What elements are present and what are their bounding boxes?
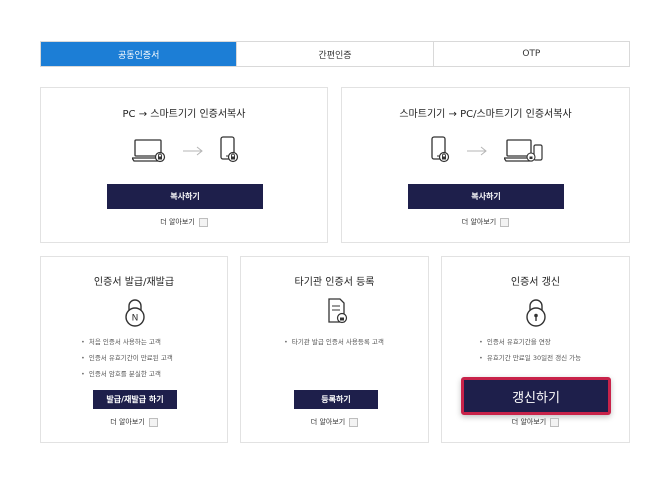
- list-item: 인증서 유효기간을 연장: [479, 334, 581, 350]
- list-item: 처음 인증서 사용하는 고객: [81, 334, 173, 350]
- card-title: 타기관 인증서 등록: [294, 277, 375, 288]
- list-item: 타기관 발급 인증서 사용등록 고객: [284, 334, 384, 350]
- learn-more: 더 알아보기: [41, 417, 227, 427]
- learn-more-label: 더 알아보기: [110, 418, 145, 426]
- phone-icon: [220, 136, 239, 163]
- learn-more: 더 알아보기: [241, 417, 428, 427]
- lock-icon: [526, 299, 546, 327]
- card-title: 인증서 갱신: [510, 277, 561, 288]
- eligibility-list: 타기관 발급 인증서 사용등록 고객: [284, 334, 384, 350]
- learn-more: 더 알아보기: [342, 217, 629, 227]
- learn-more-label: 더 알아보기: [461, 218, 497, 226]
- card-issue-reissue: 인증서 발급/재발급 N 처음 인증서 사용하는 고객 인증서 유효기간이 만료…: [40, 256, 228, 443]
- list-item: 인증서 유효기간이 만료된 고객: [81, 350, 173, 366]
- tab-public-cert[interactable]: 공동인증서: [41, 42, 237, 66]
- tab-otp[interactable]: OTP: [432, 42, 629, 66]
- tab-simple-auth[interactable]: 간편인증: [236, 42, 433, 66]
- list-item: 유효기간 만료일 30일전 갱신 가능: [479, 350, 581, 366]
- learn-more-checkbox[interactable]: [198, 217, 208, 227]
- copy-button[interactable]: 복사하기: [408, 184, 564, 209]
- list-item: 인증서 암호를 분실한 고객: [81, 366, 173, 382]
- learn-more: 더 알아보기: [41, 217, 327, 227]
- eligibility-list: 처음 인증서 사용하는 고객 인증서 유효기간이 만료된 고객 인증서 암호를 …: [81, 334, 173, 382]
- learn-more-label: 더 알아보기: [511, 418, 547, 426]
- arrow-right-icon: [467, 146, 487, 156]
- svg-text:N: N: [132, 314, 139, 324]
- arrow-right-icon: [183, 146, 203, 156]
- cert-tabs: 공동인증서 간편인증 OTP: [40, 41, 630, 67]
- card-title: PC → 스마트기기 인증서복사: [122, 109, 246, 120]
- eligibility-list: 인증서 유효기간을 연장 유효기간 만료일 30일전 갱신 가능: [479, 334, 581, 366]
- learn-more-label: 더 알아보기: [160, 218, 195, 226]
- card-title: 인증서 발급/재발급: [93, 277, 175, 288]
- laptop-icon: [132, 139, 166, 163]
- document-lock-icon: [328, 298, 348, 324]
- card-pc-to-phone-copy: PC → 스마트기기 인증서복사 복사하기 더 알아보기: [40, 87, 328, 243]
- renew-button[interactable]: 갱신하기: [461, 377, 611, 415]
- register-button[interactable]: 등록하기: [294, 390, 378, 409]
- laptop-phone-icon: [504, 139, 543, 162]
- phone-icon: [431, 136, 450, 163]
- card-register-other-cert: 타기관 인증서 등록 타기관 발급 인증서 사용등록 고객 등록하기 더 알아보…: [240, 256, 429, 443]
- card-renew: 인증서 갱신 인증서 유효기간을 연장 유효기간 만료일 30일전 갱신 가능 …: [441, 256, 630, 443]
- learn-more-checkbox[interactable]: [349, 417, 359, 427]
- learn-more-checkbox[interactable]: [148, 417, 158, 427]
- learn-more-checkbox[interactable]: [550, 417, 560, 427]
- learn-more: 더 알아보기: [442, 417, 629, 427]
- issue-reissue-button[interactable]: 발급/재발급 하기: [93, 390, 177, 409]
- learn-more-label: 더 알아보기: [310, 418, 346, 426]
- lock-icon: N: [125, 299, 145, 327]
- card-phone-to-pc-copy: 스마트기기 → PC/스마트기기 인증서복사 복사하기 더 알아보기: [341, 87, 630, 243]
- card-title: 스마트기기 → PC/스마트기기 인증서복사: [399, 109, 572, 120]
- learn-more-checkbox[interactable]: [500, 217, 510, 227]
- copy-button[interactable]: 복사하기: [107, 184, 263, 209]
